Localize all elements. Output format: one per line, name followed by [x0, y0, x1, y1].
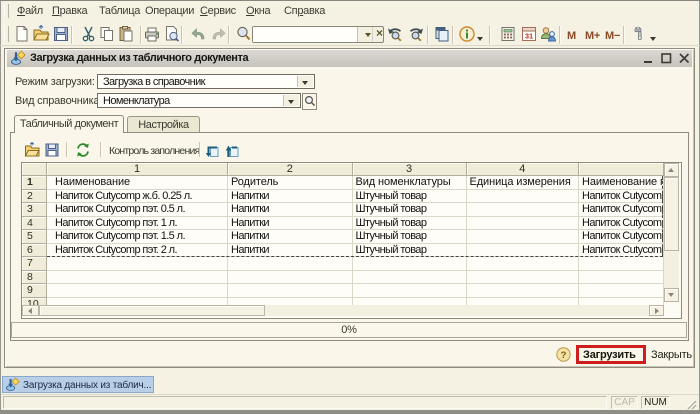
svg-text:31: 31: [525, 32, 533, 41]
svg-text:?: ?: [561, 350, 567, 361]
